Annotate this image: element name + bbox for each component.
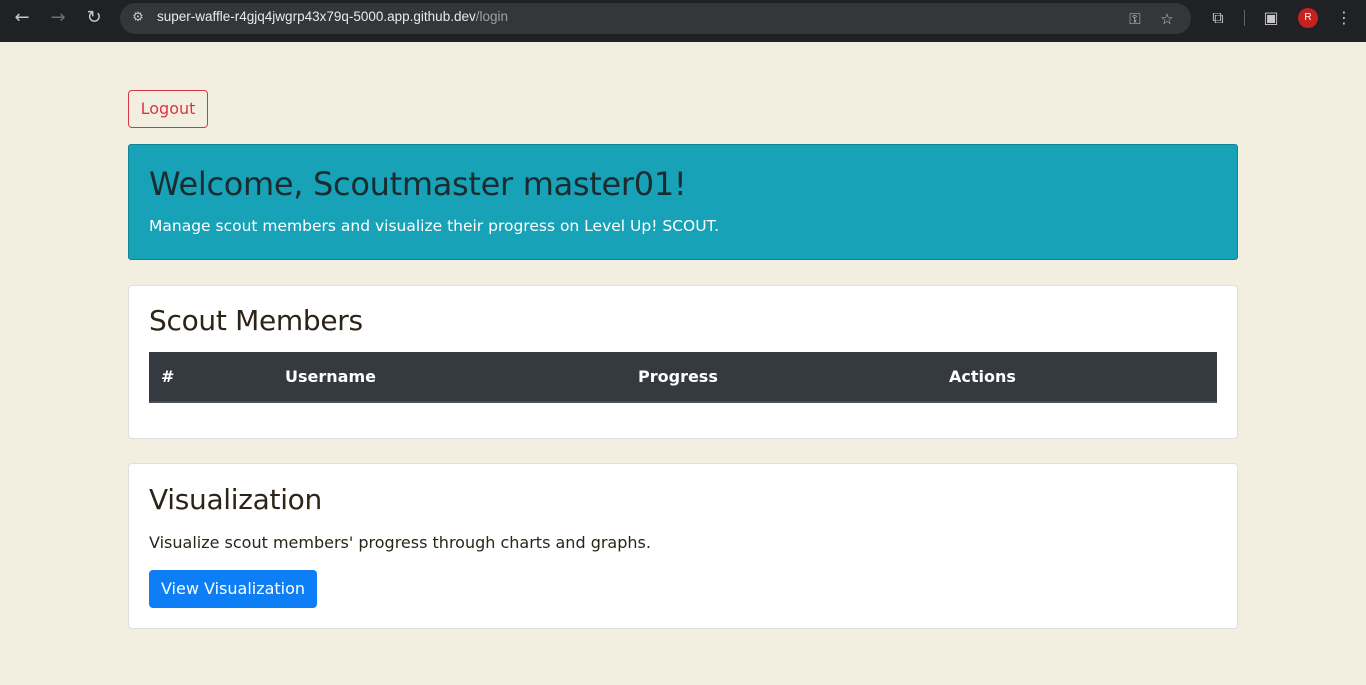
scout-members-card: Scout Members # Username Progress Action… [128, 285, 1238, 439]
side-panel-icon[interactable]: ▣ [1260, 7, 1282, 29]
url-path: /login [475, 9, 508, 24]
reload-icon[interactable]: ↻ [79, 6, 109, 30]
welcome-jumbotron: Welcome, Scoutmaster master01! Manage sc… [128, 144, 1238, 260]
star-icon[interactable]: ☆ [1157, 9, 1177, 29]
logout-button[interactable]: Logout [128, 90, 208, 128]
site-info-icon[interactable]: ⚙ [130, 10, 146, 26]
visualization-description: Visualize scout members' progress throug… [149, 533, 651, 552]
members-table-header: # Username Progress Actions [149, 352, 1217, 403]
column-header-username: Username [285, 367, 376, 386]
url-text[interactable]: super-waffle-r4gjq4jwgrp43x79q-5000.app.… [157, 9, 508, 24]
welcome-title: Welcome, Scoutmaster master01! [149, 165, 687, 203]
back-arrow-icon[interactable]: ← [7, 6, 37, 30]
forward-arrow-icon[interactable]: → [43, 6, 73, 30]
browser-toolbar: ← → ↻ ⚙ super-waffle-r4gjq4jwgrp43x79q-5… [0, 0, 1366, 42]
extensions-icon[interactable]: ⧉ [1207, 7, 1229, 29]
column-header-number: # [161, 367, 175, 386]
visualization-card: Visualization Visualize scout members' p… [128, 463, 1238, 629]
key-icon[interactable]: ⚿ [1125, 9, 1145, 29]
profile-avatar[interactable]: R [1298, 8, 1318, 28]
visualization-title: Visualization [149, 483, 322, 516]
view-visualization-button[interactable]: View Visualization [149, 570, 317, 608]
welcome-subtitle: Manage scout members and visualize their… [149, 217, 720, 235]
column-header-actions: Actions [949, 367, 1016, 386]
column-header-progress: Progress [638, 367, 718, 386]
address-bar[interactable]: ⚙ super-waffle-r4gjq4jwgrp43x79q-5000.ap… [120, 3, 1191, 34]
menu-icon[interactable]: ⋮ [1333, 7, 1355, 29]
scout-members-title: Scout Members [149, 304, 363, 337]
toolbar-divider [1244, 10, 1245, 26]
url-host: super-waffle-r4gjq4jwgrp43x79q-5000.app.… [157, 9, 476, 24]
